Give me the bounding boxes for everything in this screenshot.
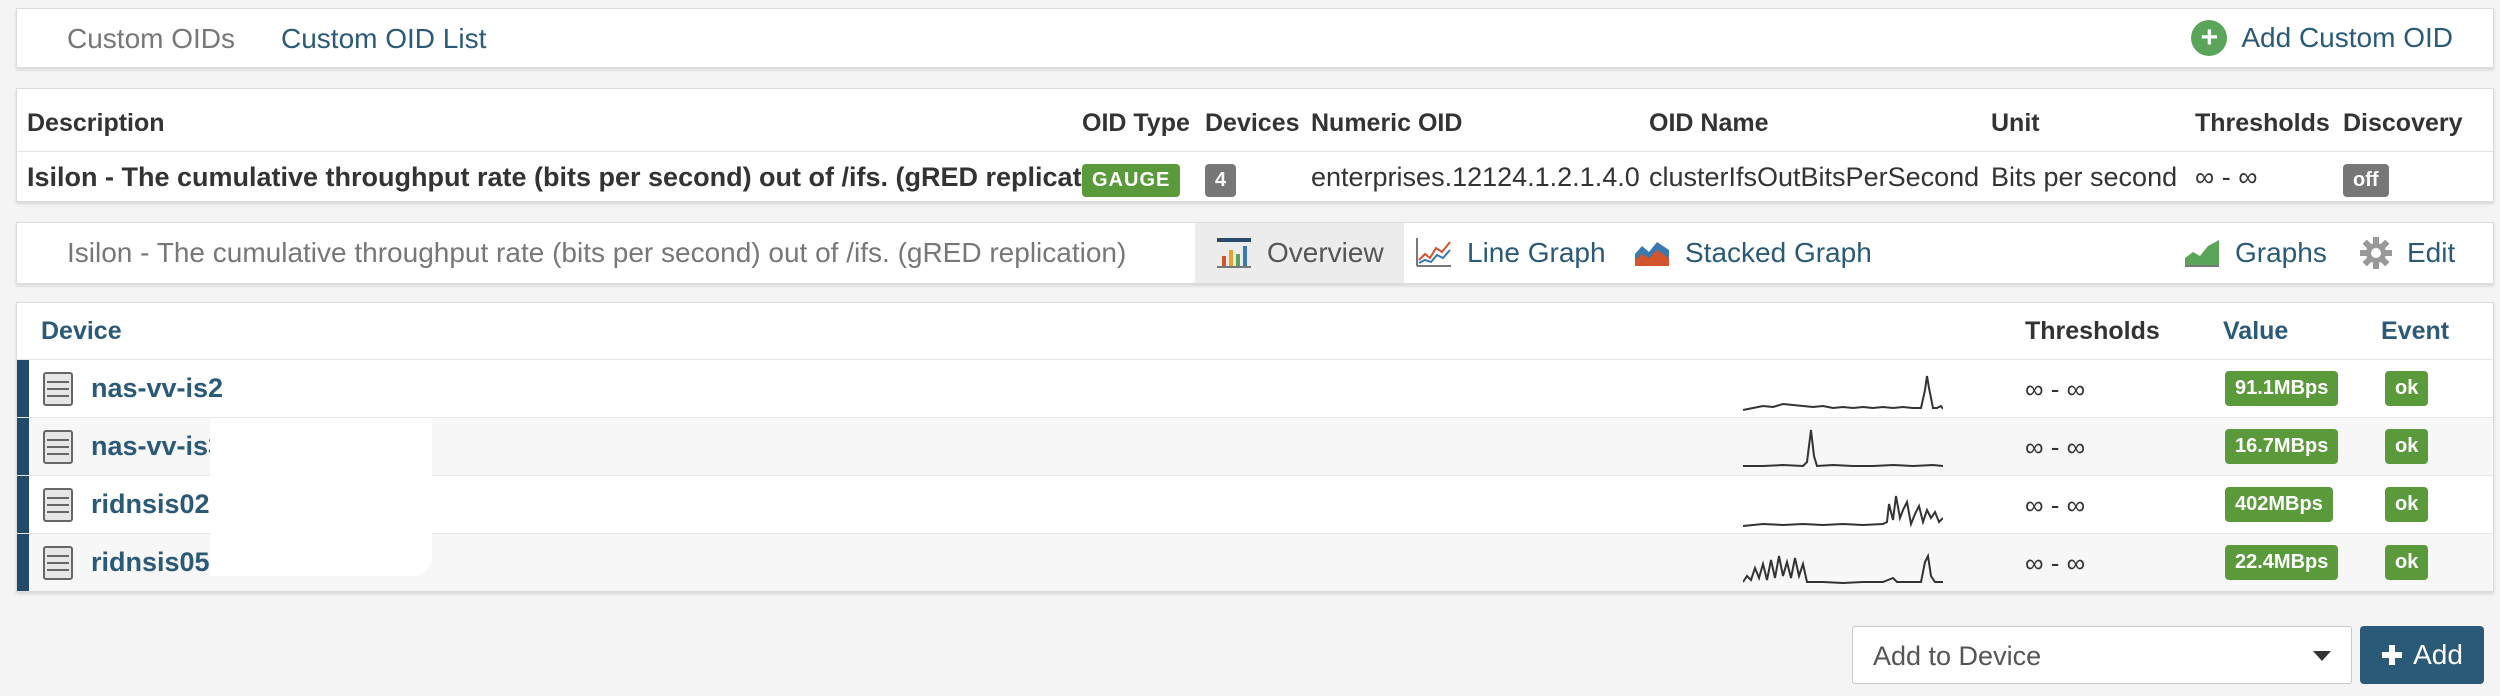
oid-subnav: Isilon - The cumulative throughput rate … (16, 222, 2494, 284)
oid-name: clusterIfsOutBitsPerSecond (1649, 162, 1980, 192)
custom-oid-list-link[interactable]: Custom OID List (281, 23, 486, 55)
header-thresholds: Thresholds (2195, 109, 2330, 137)
event-badge: ok (2385, 371, 2429, 406)
tab-edit-label: Edit (2407, 237, 2456, 268)
caret-down-icon (2313, 651, 2331, 661)
redaction-overlay (210, 418, 432, 576)
stacked-graph-icon (1635, 242, 1669, 266)
plus-icon (2382, 645, 2403, 665)
sparkline[interactable] (1743, 368, 1943, 412)
plus-circle-icon: + (2191, 20, 2228, 56)
oid-description: Isilon - The cumulative throughput rate … (27, 162, 1132, 192)
discovery-badge: off (2343, 162, 2389, 197)
tab-stacked-graph-label: Stacked Graph (1685, 237, 1872, 268)
device-name-link[interactable]: ridnsis02x (91, 489, 225, 520)
area-graph-icon (2185, 240, 2219, 267)
tab-graphs-label: Graphs (2235, 237, 2327, 268)
add-custom-oid-button[interactable]: + Add Custom OID (2191, 20, 2453, 56)
tab-graphs[interactable]: Graphs (2183, 223, 2327, 283)
row-thresholds: ∞ - ∞ (2025, 374, 2086, 404)
row-thresholds: ∞ - ∞ (2025, 490, 2086, 520)
device-name-link[interactable]: nas-vv-is3 (91, 431, 223, 462)
tab-overview[interactable]: Overview (1195, 223, 1404, 283)
oid-thresholds: ∞ - ∞ (2195, 162, 2258, 192)
event-badge: ok (2385, 429, 2429, 464)
header-oid-type: OID Type (1082, 109, 1190, 137)
line-graph-icon (1416, 238, 1451, 267)
value-badge: 16.7MBps (2225, 429, 2339, 464)
header-oid-name: OID Name (1649, 109, 1769, 137)
server-icon (43, 372, 73, 406)
row-status-bar (17, 534, 29, 591)
row-status-bar (17, 476, 29, 533)
header-discovery: Discovery (2343, 109, 2463, 137)
row-thresholds: ∞ - ∞ (2025, 432, 2086, 462)
row-status-bar (17, 360, 29, 417)
oid-table: Description OID Type Devices Numeric OID… (16, 88, 2494, 202)
tab-overview-label: Overview (1267, 237, 1384, 268)
add-button[interactable]: Add (2360, 626, 2484, 684)
value-badge: 402MBps (2225, 487, 2333, 522)
sparkline[interactable] (1743, 484, 1943, 528)
tab-line-graph[interactable]: Line Graph (1415, 223, 1606, 283)
gear-icon (2360, 237, 2392, 269)
header-device[interactable]: Device (41, 317, 122, 346)
row-thresholds: ∞ - ∞ (2025, 548, 2086, 578)
add-to-device-select[interactable]: Add to Device (1852, 626, 2352, 684)
oid-title: Isilon - The cumulative throughput rate … (67, 237, 1127, 268)
brand-title[interactable]: Custom OIDs (67, 23, 235, 55)
header-value[interactable]: Value (2223, 317, 2288, 346)
header-unit: Unit (1991, 109, 2040, 137)
custom-oids-topbar: Custom OIDs Custom OID List + Add Custom… (16, 8, 2494, 68)
sparkline[interactable] (1743, 542, 1943, 586)
header-devices: Devices (1205, 109, 1300, 137)
header-description: Description (27, 109, 165, 137)
server-icon (43, 546, 73, 580)
header-event[interactable]: Event (2381, 317, 2449, 346)
tab-stacked-graph[interactable]: Stacked Graph (1633, 223, 1872, 283)
devices-table-header: Device Thresholds Value Event (17, 303, 2493, 359)
oid-table-header: Description OID Type Devices Numeric OID… (17, 103, 2493, 139)
server-icon (43, 488, 73, 522)
row-status-bar (17, 418, 29, 475)
table-row[interactable]: nas-vv-is2 ∞ - ∞ 91.1MBps ok (17, 359, 2493, 417)
value-badge: 91.1MBps (2225, 371, 2339, 406)
tab-line-graph-label: Line Graph (1467, 237, 1606, 268)
overview-chart-icon (1217, 238, 1251, 268)
header-numeric-oid: Numeric OID (1311, 109, 1463, 137)
event-badge: ok (2385, 487, 2429, 522)
add-to-device-label: Add to Device (1873, 641, 2042, 671)
device-name-link[interactable]: nas-vv-is2 (91, 373, 223, 404)
oid-unit: Bits per second (1991, 162, 2178, 192)
tab-edit[interactable]: Edit (2359, 223, 2455, 283)
add-button-label: Add (2413, 639, 2463, 670)
table-row[interactable]: Isilon - The cumulative throughput rate … (17, 151, 2493, 197)
header-thresholds: Thresholds (2025, 317, 2160, 345)
add-custom-oid-label: Add Custom OID (2241, 22, 2453, 53)
oid-type-badge: GAUGE (1082, 162, 1181, 197)
sparkline[interactable] (1743, 426, 1943, 470)
event-badge: ok (2385, 545, 2429, 580)
device-count-badge: 4 (1205, 162, 1237, 197)
value-badge: 22.4MBps (2225, 545, 2339, 580)
numeric-oid: enterprises.12124.1.2.1.4.0 (1311, 162, 1640, 192)
server-icon (43, 430, 73, 464)
